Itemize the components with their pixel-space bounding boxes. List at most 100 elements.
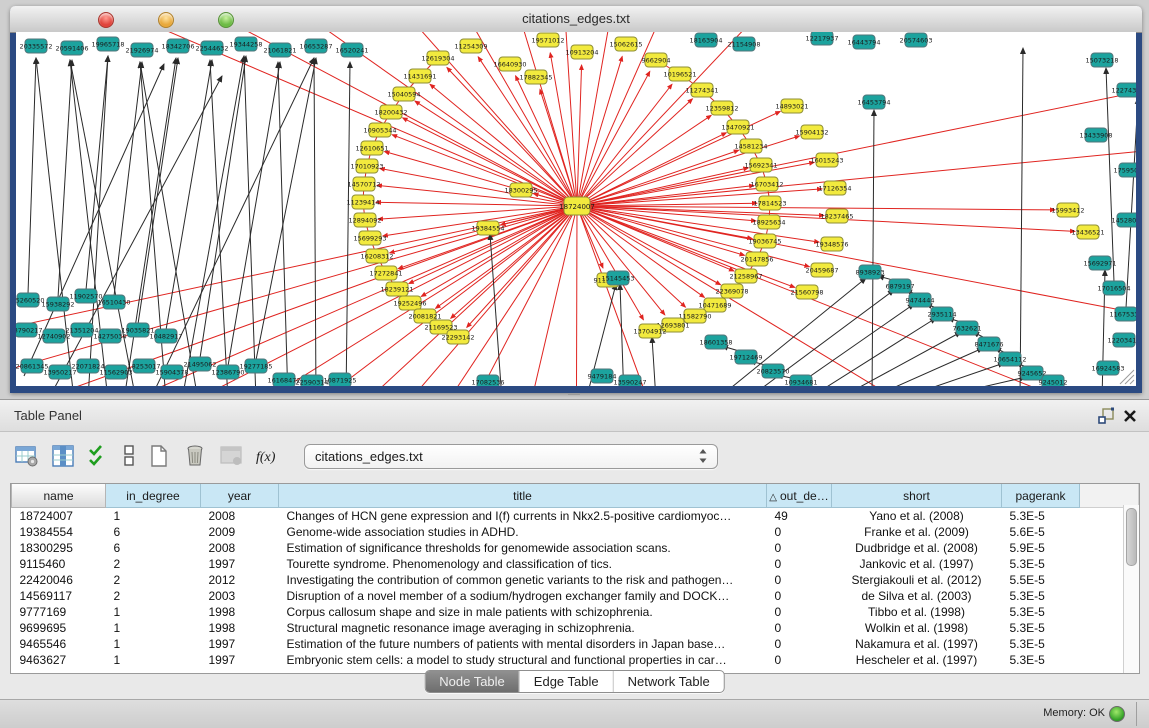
table-cell[interactable]: 1 bbox=[106, 508, 201, 525]
graph-edge-black[interactable] bbox=[652, 337, 656, 386]
delete-table-icon[interactable] bbox=[218, 443, 244, 469]
table-cell[interactable]: 5.3E-5 bbox=[1002, 620, 1080, 636]
table-cell[interactable]: Franke et al. (2009) bbox=[832, 524, 1002, 540]
table-cell[interactable]: 5.9E-5 bbox=[1002, 540, 1080, 556]
graph-edge-black[interactable] bbox=[1106, 68, 1114, 282]
close-panel-icon[interactable] bbox=[1121, 407, 1139, 425]
table-cell[interactable]: Changes of HCN gene expression and I(f) … bbox=[279, 508, 767, 525]
table-cell[interactable]: Estimation of significance thresholds fo… bbox=[279, 540, 767, 556]
table-cell[interactable]: Structural magnetic resonance image aver… bbox=[279, 620, 767, 636]
table-cell[interactable]: 5.5E-5 bbox=[1002, 572, 1080, 588]
table-row[interactable]: 911546021997Tourette syndrome. Phenomeno… bbox=[12, 556, 1139, 572]
column-visibility-icon[interactable] bbox=[50, 443, 76, 469]
vertical-scrollbar[interactable] bbox=[1123, 505, 1139, 673]
graph-edge-red[interactable] bbox=[496, 206, 577, 386]
table-cell[interactable]: 9699695 bbox=[12, 620, 106, 636]
table-cell[interactable]: 2009 bbox=[201, 524, 279, 540]
graph-edge-red[interactable] bbox=[403, 118, 577, 206]
table-cell[interactable]: 19384554 bbox=[12, 524, 106, 540]
table-cell[interactable]: Tourette syndrome. Phenomenology and cla… bbox=[279, 556, 767, 572]
table-cell[interactable]: 9463627 bbox=[12, 652, 106, 668]
graph-edge-black[interactable] bbox=[244, 56, 256, 386]
table-cell[interactable]: 0 bbox=[767, 620, 832, 636]
table-cell[interactable]: 1997 bbox=[201, 652, 279, 668]
table-cell[interactable]: 5.3E-5 bbox=[1002, 652, 1080, 668]
table-cell[interactable]: 6 bbox=[106, 540, 201, 556]
graph-edge-black[interactable] bbox=[58, 60, 72, 298]
graph-edge-black[interactable] bbox=[182, 56, 244, 386]
memory-status-indicator[interactable] bbox=[1109, 706, 1125, 722]
row-height-icon[interactable] bbox=[122, 443, 136, 469]
float-panel-icon[interactable] bbox=[1097, 407, 1115, 425]
table-cell[interactable]: 0 bbox=[767, 636, 832, 652]
table-cell[interactable]: 1997 bbox=[201, 636, 279, 652]
tab-edge-table[interactable]: Edge Table bbox=[519, 671, 613, 692]
table-cell[interactable]: 1 bbox=[106, 636, 201, 652]
table-cell[interactable]: 0 bbox=[767, 524, 832, 540]
table-settings-icon[interactable] bbox=[14, 443, 40, 469]
graph-edge-red[interactable] bbox=[576, 206, 577, 386]
table-cell[interactable]: 0 bbox=[767, 540, 832, 556]
table-cell[interactable]: Wolkin et al. (1998) bbox=[832, 620, 1002, 636]
table-row[interactable]: 1872400712008Changes of HCN gene express… bbox=[12, 508, 1139, 525]
graph-edge-red[interactable] bbox=[577, 206, 1116, 386]
window-titlebar[interactable]: citations_edges.txt bbox=[10, 6, 1142, 33]
graph-edge-black[interactable] bbox=[836, 332, 961, 386]
table-cell[interactable]: 5.6E-5 bbox=[1002, 524, 1080, 540]
table-cell[interactable]: 2008 bbox=[201, 508, 279, 525]
column-header-year[interactable]: year bbox=[201, 484, 279, 508]
table-cell[interactable]: 0 bbox=[767, 588, 832, 604]
table-cell[interactable]: 0 bbox=[767, 556, 832, 572]
table-row[interactable]: 2242004622012Investigating the contribut… bbox=[12, 572, 1139, 588]
table-row[interactable]: 977716911998Corpus callosum shape and si… bbox=[12, 604, 1139, 620]
table-cell[interactable]: Jankovic et al. (1997) bbox=[832, 556, 1002, 572]
graph-edge-red[interactable] bbox=[577, 133, 726, 206]
table-cell[interactable]: 0 bbox=[767, 604, 832, 620]
graph-edge-black[interactable] bbox=[138, 58, 178, 324]
table-cell[interactable]: 2 bbox=[106, 572, 201, 588]
table-cell[interactable]: 5.3E-5 bbox=[1002, 588, 1080, 604]
column-header-name[interactable]: name bbox=[12, 484, 106, 508]
table-row[interactable]: 1456911722003Disruption of a novel membe… bbox=[12, 588, 1139, 604]
table-cell[interactable]: 49 bbox=[767, 508, 832, 525]
tab-network-table[interactable]: Network Table bbox=[613, 671, 724, 692]
table-cell[interactable]: 18300295 bbox=[12, 540, 106, 556]
new-column-icon[interactable] bbox=[146, 443, 172, 469]
graph-edge-red[interactable] bbox=[577, 206, 696, 386]
table-cell[interactable]: 6 bbox=[106, 524, 201, 540]
table-cell[interactable]: 9777169 bbox=[12, 604, 106, 620]
table-cell[interactable]: Investigating the contribution of common… bbox=[279, 572, 767, 588]
table-cell[interactable]: Dudbridge et al. (2008) bbox=[832, 540, 1002, 556]
table-cell[interactable]: 0 bbox=[767, 572, 832, 588]
table-cell[interactable]: Hescheler et al. (1997) bbox=[832, 652, 1002, 668]
table-cell[interactable]: 1997 bbox=[201, 556, 279, 572]
table-cell[interactable]: 1 bbox=[106, 620, 201, 636]
column-header-out_de[interactable]: △out_de… bbox=[767, 484, 832, 508]
column-header-pagerank[interactable]: pagerank bbox=[1002, 484, 1080, 508]
graph-edge-black[interactable] bbox=[28, 58, 36, 294]
column-header-short[interactable]: short bbox=[832, 484, 1002, 508]
table-cell[interactable]: 1998 bbox=[201, 604, 279, 620]
tab-node-table[interactable]: Node Table bbox=[425, 671, 519, 692]
graph-edge-black[interactable] bbox=[620, 284, 624, 386]
graph-edge-black[interactable] bbox=[866, 348, 983, 386]
graph-edge-red[interactable] bbox=[577, 206, 1136, 386]
network-graph[interactable]: 1261930411431691150405941820043210905344… bbox=[16, 32, 1136, 386]
network-view[interactable]: 1261930411431691150405941820043210905344… bbox=[16, 32, 1136, 386]
table-cell[interactable]: 0 bbox=[767, 652, 832, 668]
table-cell[interactable]: 5.3E-5 bbox=[1002, 604, 1080, 620]
table-cell[interactable]: Disruption of a novel member of a sodium… bbox=[279, 588, 767, 604]
table-cell[interactable]: Tibbo et al. (1998) bbox=[832, 604, 1002, 620]
graph-edge-red[interactable] bbox=[577, 71, 650, 206]
column-header-title[interactable]: title bbox=[279, 484, 767, 508]
table-cell[interactable]: Stergiakouli et al. (2012) bbox=[832, 572, 1002, 588]
graph-edge-black[interactable] bbox=[1126, 98, 1136, 308]
table-cell[interactable]: Embryonic stem cells: a model to study s… bbox=[279, 652, 767, 668]
graph-edge-red[interactable] bbox=[540, 89, 577, 206]
graph-edge-black[interactable] bbox=[228, 62, 280, 366]
table-cell[interactable]: 5.3E-5 bbox=[1002, 508, 1080, 525]
column-header-in_degree[interactable]: in_degree bbox=[106, 484, 201, 508]
graph-edge-black[interactable] bbox=[872, 110, 874, 386]
table-cell[interactable]: 2012 bbox=[201, 572, 279, 588]
table-cell[interactable]: 5.3E-5 bbox=[1002, 636, 1080, 652]
